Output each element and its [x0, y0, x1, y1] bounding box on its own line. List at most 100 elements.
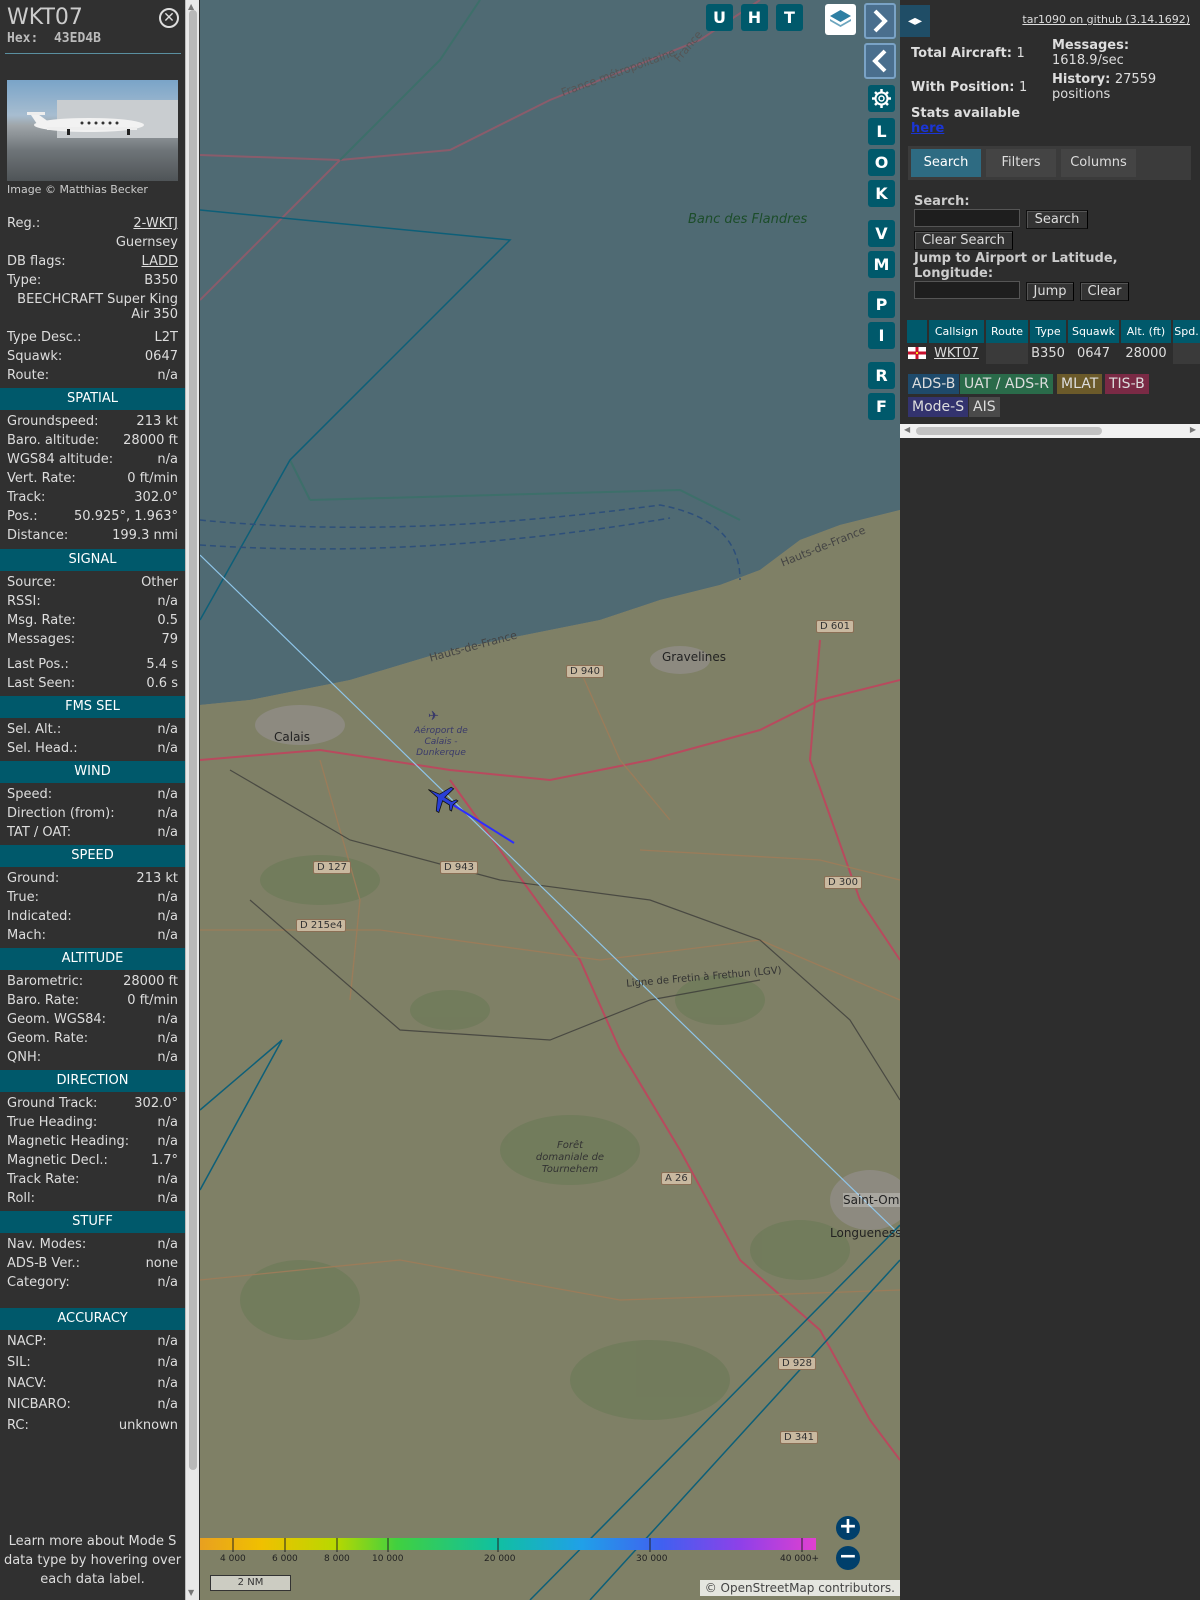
section-header-altitude: ALTITUDE — [0, 948, 185, 970]
source-uat: UAT / ADS-R — [960, 374, 1053, 394]
info-row: DB flags: LADD — [7, 252, 178, 271]
aircraft-photo[interactable] — [7, 80, 178, 181]
info-row-label: TAT / OAT: — [7, 825, 72, 840]
info-row-label: Mach: — [7, 928, 46, 943]
info-row-label: Nav. Modes: — [7, 1237, 87, 1252]
info-row: Ground Track: 302.0° — [7, 1094, 178, 1113]
jump-button[interactable]: Jump — [1026, 282, 1074, 301]
info-row-value[interactable]: LADD — [142, 252, 178, 271]
layers-icon[interactable] — [825, 4, 856, 35]
info-row-label: Pos.: — [7, 509, 38, 524]
jump-input[interactable] — [914, 281, 1020, 299]
table-horizontal-scrollbar[interactable]: ◀ ▶ — [900, 424, 1200, 438]
collapse-sidebar-button[interactable] — [864, 43, 896, 79]
info-row-value: n/a — [157, 1115, 178, 1130]
tab-columns[interactable]: Columns — [1061, 149, 1136, 177]
info-row-value: 0.5 — [157, 613, 178, 628]
button-m[interactable]: M — [868, 251, 895, 278]
table-scrollbar-thumb[interactable] — [916, 427, 1102, 435]
info-row-value: n/a — [157, 1355, 178, 1370]
github-link[interactable]: tar1090 on github (3.14.1692) — [1022, 13, 1190, 26]
road-tag: D 300 — [824, 876, 862, 889]
info-row-value: n/a — [157, 825, 178, 840]
button-p[interactable]: P — [868, 291, 895, 318]
map-label-foret: Forêt domaniale de Tournehem — [535, 1140, 605, 1175]
button-k[interactable]: K — [868, 180, 895, 207]
info-scrollbar-thumb[interactable] — [189, 10, 197, 1470]
info-row-label: Squawk: — [7, 349, 63, 364]
info-row-value: 0 ft/min — [127, 993, 178, 1008]
info-row: Squawk: 0647 — [7, 347, 178, 366]
tab-search[interactable]: Search — [911, 149, 981, 177]
map-attribution[interactable]: © OpenStreetMap contributors. — [699, 1580, 900, 1596]
gear-icon[interactable] — [868, 85, 895, 112]
info-row: ADS-B Ver.: none — [7, 1254, 178, 1273]
tab-filters[interactable]: Filters — [986, 149, 1056, 177]
info-row-value: 1.7° — [150, 1153, 178, 1168]
info-row: Baro. altitude: 28000 ft — [7, 431, 178, 450]
clear-search-button[interactable]: Clear Search — [914, 231, 1013, 250]
info-row-label: Messages: — [7, 632, 76, 647]
table-header-alt[interactable]: Alt. (ft) — [1121, 320, 1171, 343]
info-scrollbar[interactable]: ▲ ▼ — [185, 0, 199, 1600]
row-type: B350 — [1031, 346, 1065, 361]
info-row-label: Last Seen: — [7, 676, 76, 691]
close-icon[interactable]: ✕ — [159, 8, 179, 28]
button-f[interactable]: F — [868, 393, 895, 420]
button-l[interactable]: L — [868, 118, 895, 145]
zoom-in-button[interactable]: + — [836, 1516, 860, 1540]
info-row-value: n/a — [157, 909, 178, 924]
expand-sidebar-button[interactable] — [864, 3, 896, 39]
info-row-value: none — [145, 1256, 178, 1271]
info-row-value: L2T — [154, 330, 178, 345]
button-r[interactable]: R — [868, 362, 895, 389]
info-row-label: Route: — [7, 368, 50, 383]
zoom-out-button[interactable]: − — [836, 1546, 860, 1570]
info-row-value: n/a — [157, 1050, 178, 1065]
map[interactable]: ✈ France métropolitaine France Banc des … — [200, 0, 900, 1600]
info-row: NICBARO: n/a — [7, 1395, 178, 1414]
button-t[interactable]: T — [776, 4, 803, 31]
info-row-value[interactable]: 2-WKTJ — [133, 214, 178, 233]
info-row: Pos.: 50.925°, 1.963° — [7, 507, 178, 526]
info-row-label: Geom. Rate: — [7, 1031, 89, 1046]
table-header-squawk[interactable]: Squawk — [1068, 320, 1119, 343]
toggle-sidebar-icon[interactable]: ◂▸ — [900, 5, 930, 37]
info-row-value: n/a — [157, 1376, 178, 1391]
clear-button[interactable]: Clear — [1080, 282, 1129, 301]
table-header-route[interactable]: Route — [986, 320, 1028, 343]
altitude-color-bar — [200, 1538, 816, 1552]
info-row-label: Groundspeed: — [7, 414, 99, 429]
button-i[interactable]: I — [868, 322, 895, 349]
info-row-label: ADS-B Ver.: — [7, 1256, 80, 1271]
info-row-value: unknown — [118, 1418, 178, 1433]
table-header-callsign[interactable]: Callsign — [929, 320, 984, 343]
search-input[interactable] — [914, 209, 1020, 227]
info-row-label: QNH: — [7, 1050, 42, 1065]
info-row: Indicated: n/a — [7, 907, 178, 926]
info-row-value: n/a — [157, 1334, 178, 1349]
map-label-airport: Aéroport de Calais - Dunkerque — [414, 726, 468, 758]
row-callsign[interactable]: WKT07 — [929, 343, 984, 364]
button-o[interactable]: O — [868, 149, 895, 176]
table-header-type[interactable]: Type — [1030, 320, 1066, 343]
table-header-speed[interactable]: Spd. — [1173, 320, 1200, 343]
info-row-value: n/a — [157, 594, 178, 609]
aircraft-info-panel: WKT07 Hex: 43ED4B ✕ Image © Matthias Bec… — [0, 0, 185, 1600]
info-row: Roll: n/a — [7, 1189, 178, 1208]
button-u[interactable]: U — [706, 4, 733, 31]
sidebar-panel: ◂▸ tar1090 on github (3.14.1692) Total A… — [900, 0, 1200, 1600]
road-tag: D 940 — [566, 665, 604, 678]
info-row-label: Ground Track: — [7, 1096, 98, 1111]
stats-here-link[interactable]: here — [911, 121, 944, 136]
info-row: WGS84 altitude: n/a — [7, 450, 178, 469]
info-row-label: Speed: — [7, 787, 53, 802]
search-button[interactable]: Search — [1026, 210, 1088, 229]
button-v[interactable]: V — [868, 220, 895, 247]
info-row: Type: B350 — [7, 271, 178, 290]
info-row-label: NICBARO: — [7, 1397, 71, 1412]
info-row: Track Rate: n/a — [7, 1170, 178, 1189]
info-row-label: Direction (from): — [7, 806, 115, 821]
button-h[interactable]: H — [741, 4, 768, 31]
info-row-label: True Heading: — [7, 1115, 98, 1130]
